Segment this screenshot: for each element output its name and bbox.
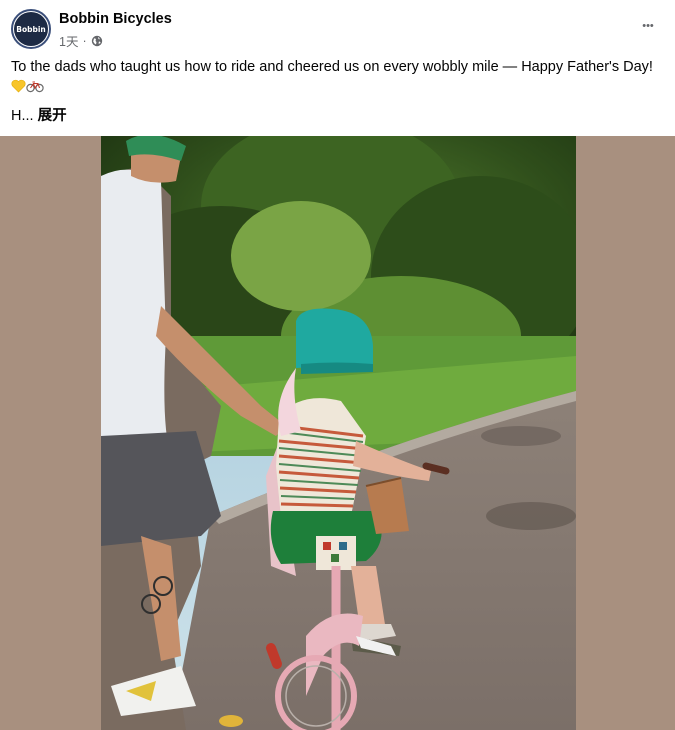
caption-truncated: H... 展开	[11, 104, 67, 125]
post-time[interactable]: 1天	[59, 31, 78, 50]
bicycle-emoji	[26, 81, 44, 93]
avatar-text: Bobbin	[16, 24, 46, 34]
post-header: Bobbin Bobbin Bicycles 1天 · •••	[0, 0, 675, 56]
caption-text: To the dads who taught us how to ride an…	[11, 59, 653, 75]
post-photo[interactable]	[101, 136, 576, 730]
globe-icon[interactable]	[91, 35, 103, 47]
post-media[interactable]	[0, 136, 675, 730]
facebook-post: Bobbin Bobbin Bicycles 1天 · ••• To the d…	[0, 0, 675, 730]
yellow-heart-emoji	[11, 79, 26, 93]
post-meta: 1天 ·	[59, 31, 103, 50]
more-icon: •••	[642, 19, 654, 32]
page-avatar[interactable]: Bobbin	[11, 9, 51, 49]
meta-separator: ·	[82, 33, 87, 48]
page-name-link[interactable]: Bobbin Bicycles	[59, 11, 172, 27]
truncated-text: H...	[11, 108, 34, 124]
avatar-logo: Bobbin	[14, 12, 48, 46]
see-more-button[interactable]: 展开	[38, 108, 67, 124]
post-caption: To the dads who taught us how to ride an…	[11, 57, 661, 97]
more-options-button[interactable]: •••	[637, 15, 659, 37]
